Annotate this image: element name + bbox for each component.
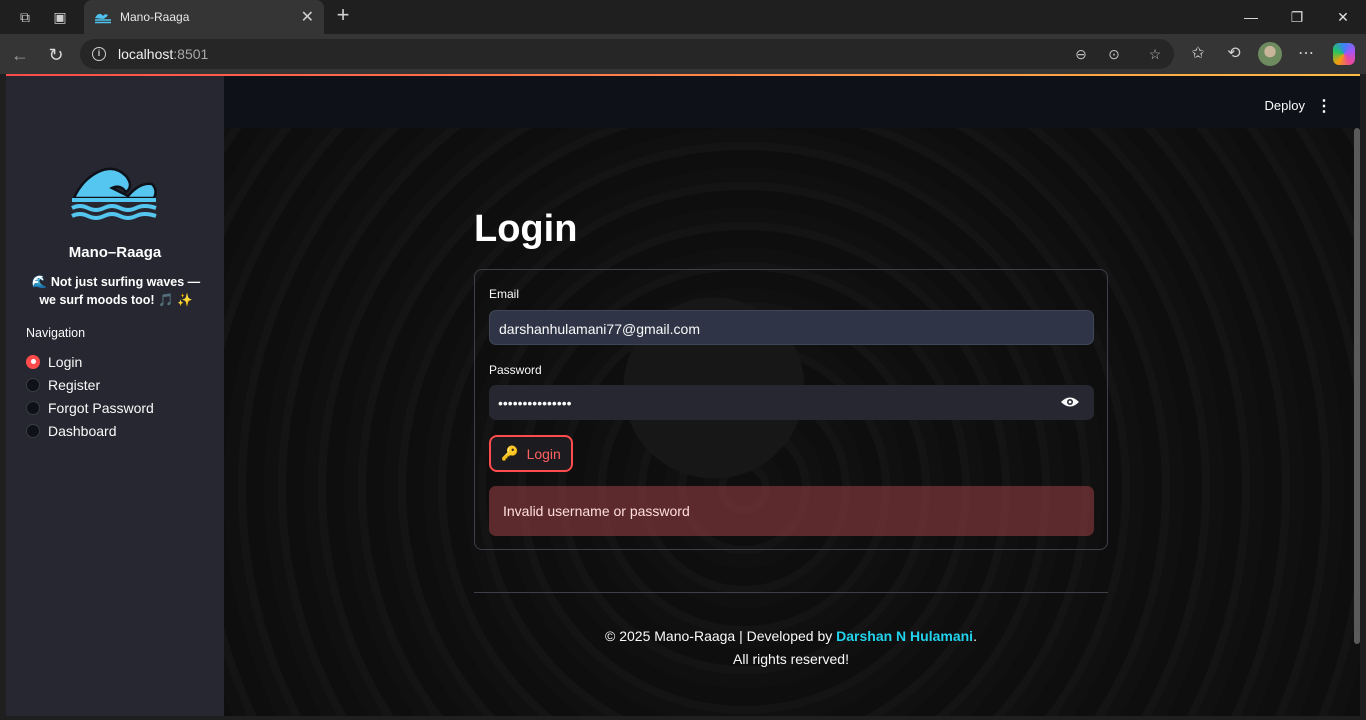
radio-icon[interactable] <box>26 377 40 392</box>
wave-logo-icon <box>71 167 157 220</box>
divider <box>474 592 1108 593</box>
login-form: Email darshanhulamani77@gmail.com Passwo… <box>474 269 1108 550</box>
back-icon[interactable]: ← <box>9 44 31 66</box>
password-label: Password <box>489 363 542 377</box>
main-content: Login Email darshanhulamani77@gmail.com … <box>224 128 1360 716</box>
browser-tab-bar: ⧉ ▣ Mano-Raaga ✕ + — ❐ ✕ <box>0 0 1366 34</box>
scrollbar[interactable] <box>1354 128 1360 644</box>
footer-line-2: All rights reserved! <box>733 651 849 667</box>
deploy-button[interactable]: Deploy <box>1265 98 1305 113</box>
site-info-icon[interactable]: i <box>92 47 106 61</box>
password-value: ••••••••••••••• <box>498 395 572 411</box>
main-menu-icon[interactable]: ⋮ <box>1316 96 1332 116</box>
address-bar[interactable]: i localhost:8501 <box>80 39 1174 69</box>
key-icon: 🔑 <box>501 445 519 461</box>
address-url: localhost:8501 <box>118 46 209 62</box>
sidebar: Mano–Raaga 🌊 Not just surfing waves — we… <box>6 76 224 716</box>
favorite-star-icon[interactable]: ☆ <box>1146 45 1164 63</box>
navigation-radio-group: Login Register Forgot Password Dashboard <box>26 350 154 442</box>
nav-item-login[interactable]: Login <box>26 350 154 373</box>
radio-icon[interactable] <box>26 400 40 415</box>
error-alert: Invalid username or password <box>489 486 1094 536</box>
favorites-icon[interactable]: ✩ <box>1187 43 1209 65</box>
sidebar-brand: Mano–Raaga <box>68 244 162 261</box>
settings-more-icon[interactable]: ⋯ <box>1295 43 1317 65</box>
tab-close-icon[interactable]: ✕ <box>301 7 314 27</box>
navigation-label: Navigation <box>26 326 86 340</box>
login-button-label: Login <box>526 445 561 462</box>
radio-selected-icon[interactable] <box>26 354 40 369</box>
nav-item-forgot-password[interactable]: Forgot Password <box>26 396 154 419</box>
footer: © 2025 Mano-Raaga | Developed by Darshan… <box>474 625 1108 671</box>
copilot-icon[interactable] <box>1333 43 1355 65</box>
profile-avatar[interactable] <box>1258 42 1282 66</box>
minimize-icon[interactable]: — <box>1228 0 1274 34</box>
history-icon[interactable]: ⟲ <box>1223 43 1245 65</box>
radio-icon[interactable] <box>26 423 40 438</box>
zoom-icon[interactable]: ⊖ <box>1072 45 1090 63</box>
password-field[interactable]: ••••••••••••••• <box>489 385 1094 420</box>
login-button[interactable]: 🔑 Login <box>489 435 573 472</box>
window-close-icon[interactable]: ✕ <box>1320 0 1366 34</box>
tab-actions-icon[interactable]: ▣ <box>48 5 72 29</box>
tab-title: Mano-Raaga <box>120 10 190 24</box>
email-label: Email <box>489 287 520 301</box>
new-tab-icon[interactable]: + <box>332 4 354 27</box>
nav-item-register[interactable]: Register <box>26 373 154 396</box>
streamlit-app: Mano–Raaga 🌊 Not just surfing waves — we… <box>6 76 1360 716</box>
reload-icon[interactable]: ↻ <box>45 44 67 66</box>
email-field[interactable]: darshanhulamani77@gmail.com <box>489 310 1094 345</box>
workspaces-icon[interactable]: ⧉ <box>13 5 37 29</box>
sidebar-tagline: 🌊 Not just surfing waves — we surf moods… <box>31 275 201 307</box>
show-password-icon[interactable] <box>1060 394 1080 410</box>
author-link[interactable]: Darshan N Hulamani <box>836 628 973 644</box>
wave-favicon-icon <box>95 13 111 24</box>
restore-icon[interactable]: ❐ <box>1274 0 1320 34</box>
browser-tab[interactable]: Mano-Raaga ✕ <box>84 0 324 34</box>
page-title: Login <box>474 208 578 250</box>
more-page-icon[interactable]: ⊙ <box>1105 45 1123 63</box>
nav-item-dashboard[interactable]: Dashboard <box>26 419 154 442</box>
footer-line-1: © 2025 Mano-Raaga | Developed by Darshan… <box>605 628 977 644</box>
app-header: Deploy ⋮ <box>224 76 1360 128</box>
